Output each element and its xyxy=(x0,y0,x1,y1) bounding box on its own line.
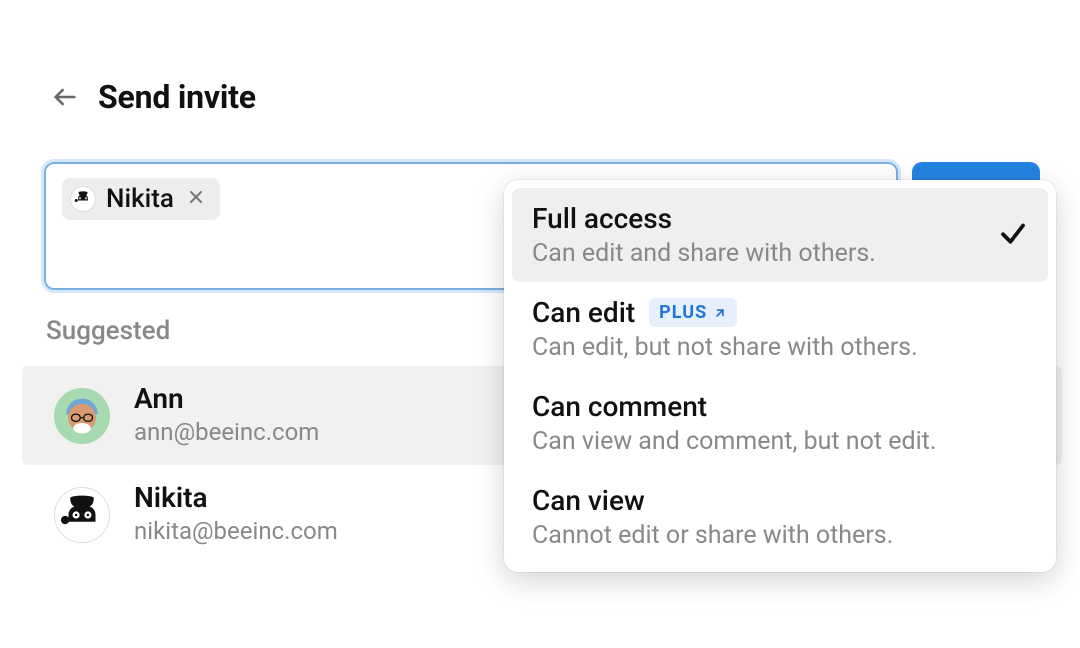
recipient-chip[interactable]: Nikita xyxy=(62,178,220,220)
option-title: Can view xyxy=(532,484,645,517)
permission-option-can-view[interactable]: Can view Cannot edit or share with other… xyxy=(512,470,1048,564)
option-desc: Can edit and share with others. xyxy=(532,239,1028,268)
back-button[interactable] xyxy=(50,82,80,112)
permission-option-can-comment[interactable]: Can comment Can view and comment, but no… xyxy=(512,376,1048,470)
avatar xyxy=(70,186,96,212)
chip-name: Nikita xyxy=(106,184,174,214)
suggested-name: Ann xyxy=(134,382,319,416)
permission-dropdown: Full access Can edit and share with othe… xyxy=(504,180,1056,572)
suggested-item-text: Ann ann@beeinc.com xyxy=(134,382,319,449)
suggested-name: Nikita xyxy=(134,481,338,515)
suggested-item-text: Nikita nikita@beeinc.com xyxy=(134,481,338,548)
person-icon xyxy=(71,187,95,211)
suggested-label: Suggested xyxy=(46,316,170,346)
avatar xyxy=(54,487,110,543)
option-title: Can edit xyxy=(532,296,635,329)
option-desc: Cannot edit or share with others. xyxy=(532,521,1028,550)
option-title: Full access xyxy=(532,202,672,235)
option-desc: Can view and comment, but not edit. xyxy=(532,427,1028,456)
plus-badge[interactable]: PLUS xyxy=(649,298,737,327)
badge-label: PLUS xyxy=(659,302,707,323)
arrow-up-right-icon xyxy=(713,306,727,320)
check-icon xyxy=(998,218,1028,252)
suggested-email: nikita@beeinc.com xyxy=(134,515,338,549)
arrow-left-icon xyxy=(51,83,79,111)
option-desc: Can edit, but not share with others. xyxy=(532,333,1028,362)
permission-option-can-edit[interactable]: Can edit PLUS Can edit, but not share wi… xyxy=(512,282,1048,376)
avatar xyxy=(54,388,110,444)
permission-option-full-access[interactable]: Full access Can edit and share with othe… xyxy=(512,188,1048,282)
close-icon xyxy=(186,187,206,207)
person-icon xyxy=(55,487,109,543)
page-title: Send invite xyxy=(98,78,256,116)
person-icon xyxy=(54,388,110,444)
remove-chip-button[interactable] xyxy=(184,187,208,211)
option-title: Can comment xyxy=(532,390,707,423)
suggested-email: ann@beeinc.com xyxy=(134,416,319,450)
